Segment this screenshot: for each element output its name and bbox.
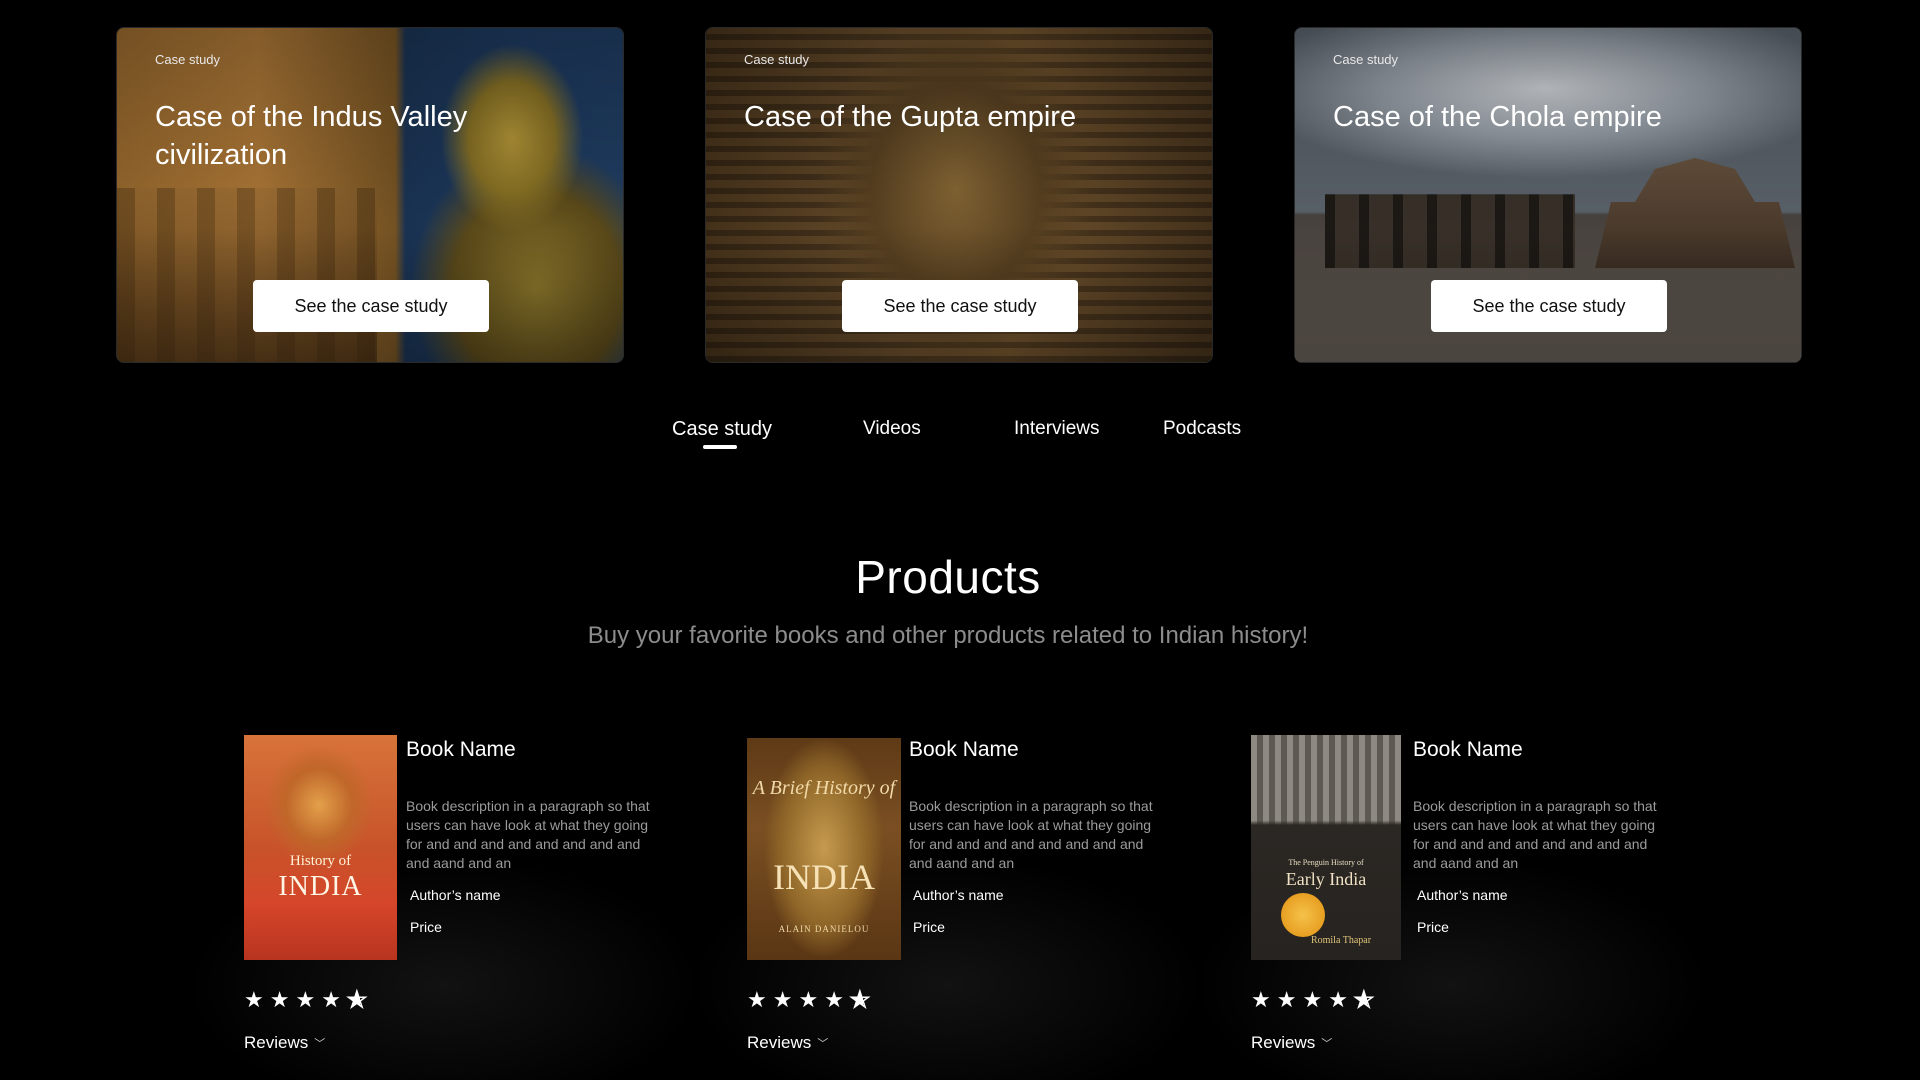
book-name[interactable]: Book Name (909, 738, 1019, 762)
book-price: Price (410, 919, 442, 935)
content-tabs: Case study Videos Interviews Podcasts (0, 418, 1920, 458)
star-icon: ★ (1251, 987, 1277, 1012)
product-card: History of INDIA Book Name Book descript… (184, 735, 714, 1080)
book-cover-image[interactable]: History of INDIA (244, 735, 397, 960)
see-case-study-button[interactable]: See the case study (1431, 280, 1667, 332)
tab-case-study[interactable]: Case study (672, 418, 772, 441)
tab-interviews[interactable]: Interviews (1014, 418, 1100, 440)
star-rating: ★★★★★★ (244, 986, 373, 1013)
card-tag: Case study (155, 52, 221, 67)
book-price: Price (1417, 919, 1449, 935)
card-tag: Case study (744, 52, 810, 67)
see-case-study-button[interactable]: See the case study (253, 280, 489, 332)
star-icon: ★ (824, 987, 850, 1012)
book-author: Author’s name (913, 887, 1004, 903)
case-study-card-indus: Case study Case of the Indus Valley civi… (116, 27, 624, 363)
chevron-down-icon: ﹀ (1321, 1038, 1333, 1050)
book-description: Book description in a paragraph so that … (406, 798, 650, 871)
card-title: Case of the Gupta empire (744, 101, 1077, 133)
cover-text: INDIA (278, 871, 363, 902)
reviews-label: Reviews (244, 1033, 309, 1052)
star-half-icon: ★★ (1353, 986, 1380, 1013)
case-study-card-gupta: Case study Case of the Gupta empire See … (705, 27, 1213, 363)
star-half-icon: ★★ (346, 986, 373, 1013)
products-subtitle: Buy your favorite books and other produc… (587, 622, 1309, 649)
cover-text: Romila Thapar (1310, 935, 1372, 946)
cover-text: A Brief History of (752, 777, 896, 799)
star-icon: ★ (1276, 987, 1303, 1012)
star-icon: ★ (747, 987, 773, 1012)
reviews-label: Reviews (747, 1033, 812, 1052)
book-price: Price (913, 919, 945, 935)
book-author: Author’s name (410, 887, 501, 903)
reviews-dropdown[interactable]: Reviews ﹀ (747, 1033, 828, 1053)
active-tab-indicator (703, 445, 737, 449)
book-cover-image[interactable]: The Penguin History of Early India Romil… (1251, 735, 1401, 960)
reviews-dropdown[interactable]: Reviews ﹀ (1251, 1033, 1332, 1053)
star-icon: ★ (244, 987, 270, 1012)
cover-text: History of (289, 853, 352, 869)
cover-text: INDIA (773, 857, 875, 897)
products-heading: Products (855, 551, 1041, 603)
reviews-label: Reviews (1251, 1033, 1316, 1052)
book-name[interactable]: Book Name (406, 738, 516, 762)
reviews-dropdown[interactable]: Reviews ﹀ (244, 1033, 325, 1053)
star-icon: ★ (321, 987, 347, 1012)
star-icon: ★ (798, 987, 825, 1012)
book-description: Book description in a paragraph so that … (909, 798, 1153, 871)
card-title: Case of the Indus Valley civilization (155, 101, 468, 171)
cover-text: The Penguin History of (1288, 858, 1364, 867)
book-description: Book description in a paragraph so that … (1413, 798, 1657, 871)
book-cover-image[interactable]: A Brief History of INDIA ALAIN DANIELOU (747, 738, 901, 960)
tab-videos[interactable]: Videos (863, 418, 921, 440)
cover-text: Early India (1285, 869, 1367, 889)
book-author: Author’s name (1417, 887, 1508, 903)
case-study-card-chola: Case study Case of the Chola empire See … (1294, 27, 1802, 363)
star-icon: ★ (295, 987, 322, 1012)
star-icon: ★ (772, 987, 799, 1012)
card-title: Case of the Chola empire (1333, 101, 1662, 133)
chevron-down-icon: ﹀ (314, 1038, 326, 1050)
book-name[interactable]: Book Name (1413, 738, 1523, 762)
star-icon: ★ (1328, 987, 1354, 1012)
tab-podcasts[interactable]: Podcasts (1163, 418, 1241, 440)
card-tag: Case study (1333, 52, 1399, 67)
star-half-icon: ★★ (849, 986, 876, 1013)
case-study-carousel: Case study Case of the Indus Valley civi… (116, 27, 1802, 363)
star-icon: ★ (269, 987, 296, 1012)
chevron-down-icon: ﹀ (817, 1038, 829, 1050)
product-card: The Penguin History of Early India Romil… (1191, 735, 1721, 1080)
star-rating: ★★★★★★ (747, 986, 876, 1013)
cover-text: ALAIN DANIELOU (778, 924, 870, 934)
star-rating: ★★★★★★ (1251, 986, 1380, 1013)
product-card: A Brief History of INDIA ALAIN DANIELOU … (687, 735, 1217, 1080)
see-case-study-button[interactable]: See the case study (842, 280, 1078, 332)
star-icon: ★ (1302, 987, 1329, 1012)
